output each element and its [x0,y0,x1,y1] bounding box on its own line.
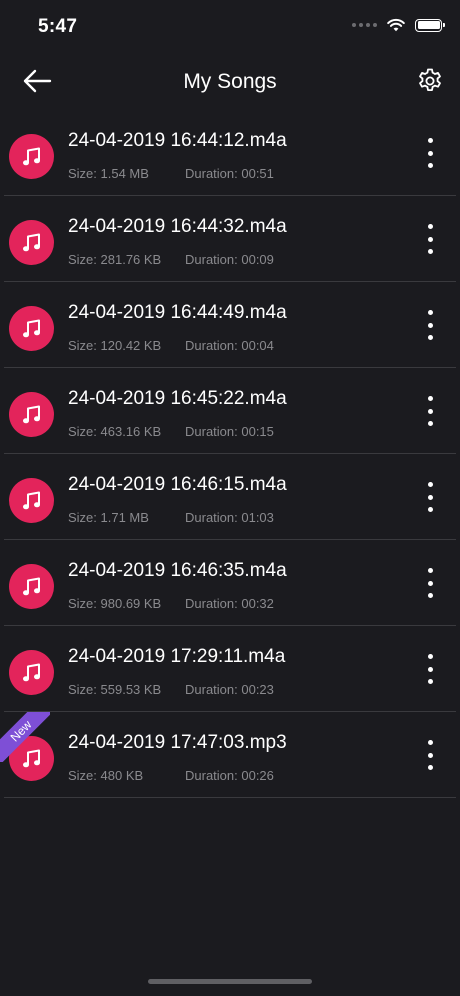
song-size: Size: 281.76 KB [68,252,162,267]
new-badge: New [0,712,50,762]
song-title: 24-04-2019 16:44:32.m4a [68,216,287,237]
more-options-button[interactable] [424,138,436,168]
song-title: 24-04-2019 17:47:03.mp3 [68,732,287,753]
music-note-icon [22,577,40,595]
song-duration: Duration: 00:32 [185,596,274,611]
music-note-icon [22,319,40,337]
song-title: 24-04-2019 16:46:35.m4a [68,560,287,581]
page-title: My Songs [183,70,277,93]
song-size: Size: 1.54 MB [68,166,149,181]
music-note-icon [22,147,40,165]
more-options-button[interactable] [424,310,436,340]
nav-bar: My Songs [0,56,460,108]
song-avatar [9,478,54,523]
more-vertical-icon [427,396,433,401]
status-icons [352,18,445,32]
status-bar: 5:47 [0,0,460,56]
settings-button[interactable] [416,67,444,95]
song-duration: Duration: 00:26 [185,768,274,783]
song-avatar [9,134,54,179]
song-row[interactable]: 24-04-2019 16:44:32.m4a Size: 281.76 KB Du… [4,196,456,282]
song-duration: Duration: 01:03 [185,510,274,525]
song-title: 24-04-2019 16:44:49.m4a [68,302,287,323]
song-avatar [9,306,54,351]
gear-icon [419,68,441,91]
song-row[interactable]: 24-04-2019 16:44:49.m4a Size: 120.42 KB Du… [4,282,456,368]
home-indicator[interactable] [148,979,312,984]
new-badge-label: New [0,712,50,762]
song-size: Size: 463.16 KB [68,424,162,439]
more-vertical-icon [427,224,433,229]
signal-dots-icon [352,23,377,27]
song-avatar [9,564,54,609]
song-duration: Duration: 00:51 [185,166,274,181]
more-vertical-icon [427,740,433,745]
music-note-icon [22,663,40,681]
song-size: Size: 120.42 KB [68,338,162,353]
more-options-button[interactable] [424,740,436,770]
more-vertical-icon [427,568,433,573]
battery-icon [415,18,445,32]
song-row[interactable]: 24-04-2019 16:44:12.m4a Size: 1.54 MB Dura… [4,110,456,196]
song-avatar [9,392,54,437]
wifi-icon [387,18,405,32]
song-size: Size: 480 KB [68,768,144,783]
song-avatar [9,220,54,265]
more-vertical-icon [427,482,433,487]
song-duration: Duration: 00:23 [185,682,274,697]
more-options-button[interactable] [424,654,436,684]
music-note-icon [22,233,40,251]
song-size: Size: 1.71 MB [68,510,149,525]
more-options-button[interactable] [424,568,436,598]
music-note-icon [22,405,40,423]
song-title: 24-04-2019 16:44:12.m4a [68,130,287,151]
song-row[interactable]: 24-04-2019 16:45:22.m4a Size: 463.16 KB Du… [4,368,456,454]
more-options-button[interactable] [424,224,436,254]
song-row[interactable]: New 24-04-2019 17:47:03.mp3 Size: 480 KB Du… [0,712,456,798]
more-vertical-icon [427,654,433,659]
song-row[interactable]: 24-04-2019 16:46:35.m4a Size: 980.69 KB Du… [4,540,456,626]
song-size: Size: 559.53 KB [68,682,162,697]
song-list: 24-04-2019 16:44:12.m4a Size: 1.54 MB Dura… [0,110,460,798]
music-note-icon [22,491,40,509]
song-row[interactable]: 24-04-2019 16:46:15.m4a Size: 1.71 MB Dura… [4,454,456,540]
song-size: Size: 980.69 KB [68,596,162,611]
song-title: 24-04-2019 16:46:15.m4a [68,474,287,495]
song-duration: Duration: 00:04 [185,338,274,353]
more-options-button[interactable] [424,396,436,426]
status-time: 5:47 [38,16,78,37]
song-title: 24-04-2019 17:29:11.m4a [68,646,286,667]
song-duration: Duration: 00:09 [185,252,274,267]
song-avatar [9,650,54,695]
song-title: 24-04-2019 16:45:22.m4a [68,388,287,409]
song-row[interactable]: 24-04-2019 17:29:11.m4a Size: 559.53 KB Du… [4,626,456,712]
more-options-button[interactable] [424,482,436,512]
more-vertical-icon [427,310,433,315]
more-vertical-icon [427,138,433,143]
song-duration: Duration: 00:15 [185,424,274,439]
